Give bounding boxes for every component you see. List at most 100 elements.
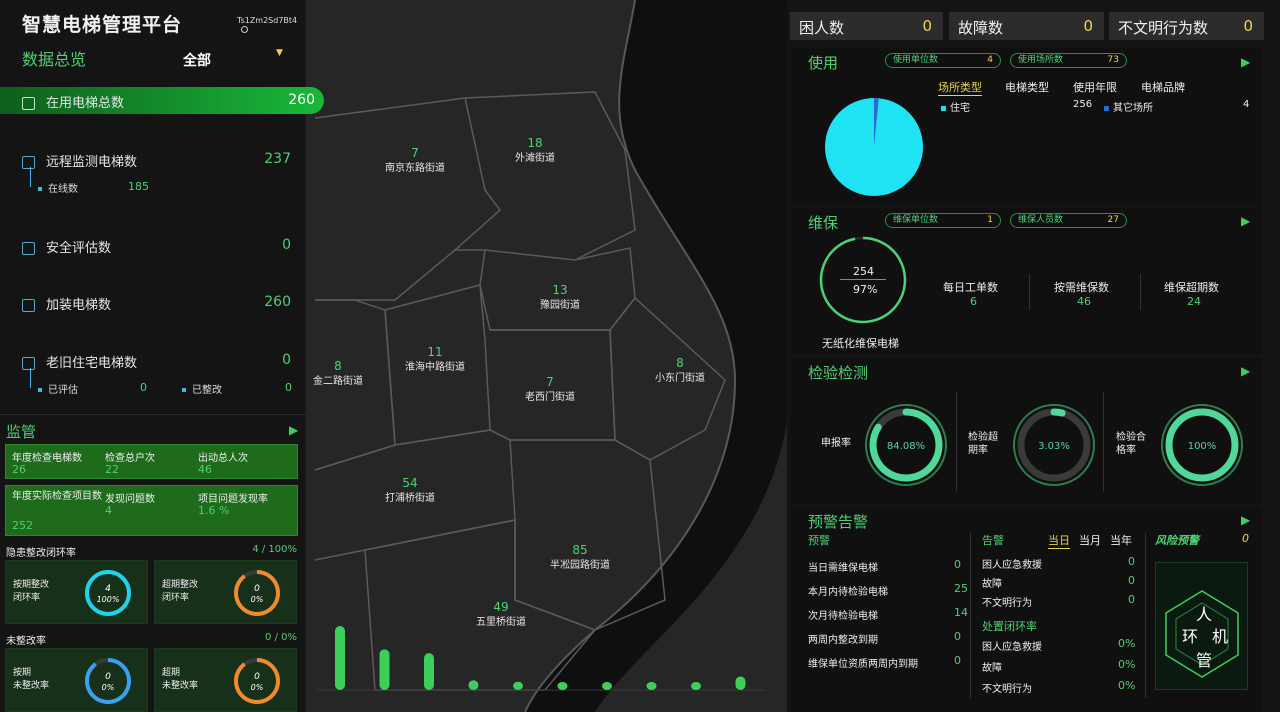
- divider: [956, 392, 957, 492]
- map-bar-chart: [335, 626, 746, 690]
- badge-char: 环: [1182, 627, 1199, 646]
- maint-item-label: 每日工单数: [943, 281, 998, 294]
- progress-ring: 00%: [234, 570, 280, 616]
- monitor-icon: [22, 156, 35, 169]
- hazard-card[interactable]: 按期整改 闭环率 4 100%: [5, 560, 148, 624]
- district-label[interactable]: 13 豫园街道: [505, 283, 615, 313]
- chevron-right-icon[interactable]: ▶: [1241, 364, 1250, 378]
- stat-installed[interactable]: 加装电梯数: [22, 294, 111, 313]
- alert-item-value: 14: [954, 606, 968, 619]
- maint-item-value: 6: [970, 295, 977, 308]
- tab-years[interactable]: 使用年限: [1073, 79, 1117, 95]
- risk-badge-image: 人 环 机 管: [1155, 562, 1248, 690]
- closed-title: 处置闭环率: [982, 620, 1037, 633]
- map-bar: [335, 626, 345, 690]
- progress-ring: 00%: [85, 658, 131, 704]
- stat-in-use[interactable]: 在用电梯总数: [22, 92, 124, 111]
- inspection-label: 检验合 格率: [1116, 432, 1146, 456]
- left-panel: 智慧电梯管理平台 Ts1Zm2Sd7Bt4 数据总览 全部 ▼ 在用电梯总数 2…: [0, 0, 324, 712]
- progress-ring: 4100%: [85, 570, 131, 616]
- alert-item-value: 0: [954, 558, 961, 571]
- area-select-value[interactable]: 全部: [183, 50, 211, 70]
- badge-char: 管: [1196, 651, 1213, 670]
- district-label[interactable]: 85 半凇园路街道: [525, 543, 635, 573]
- top-stat-fault[interactable]: 故障数 0: [949, 12, 1104, 40]
- map-bar: [735, 676, 746, 690]
- district-label[interactable]: 54 打浦桥街道: [355, 476, 465, 506]
- box-value: 46: [198, 463, 212, 476]
- supervision-title: 监管: [6, 423, 37, 441]
- district-label[interactable]: 11 淮海中路街道: [380, 345, 490, 375]
- maint-item-label: 按需维保数: [1054, 281, 1109, 294]
- box-value: 252: [12, 519, 33, 532]
- stat-in-use-value: 260: [288, 92, 315, 108]
- divider: [970, 533, 971, 698]
- stat-installed-value: 260: [264, 294, 291, 310]
- chevron-right-icon[interactable]: ▶: [1241, 513, 1250, 527]
- district-label[interactable]: 18 外滩街道: [480, 136, 590, 166]
- stat-remote[interactable]: 远程监测电梯数: [22, 151, 137, 170]
- alert-item-value: 0: [954, 630, 961, 643]
- fixed-label: 已整改: [182, 381, 222, 396]
- tree-line: [30, 368, 31, 388]
- hazard-card[interactable]: 超期整改 闭环率 0 0%: [154, 560, 297, 624]
- tab-year[interactable]: 当年: [1110, 532, 1132, 548]
- usage-place-pill: 使用场所数 73: [1010, 53, 1127, 68]
- maint-item-value: 46: [1077, 295, 1091, 308]
- tab-brand[interactable]: 电梯品牌: [1141, 79, 1185, 95]
- top-stat-uncivil[interactable]: 不文明行为数 0: [1109, 12, 1264, 40]
- ring-count: 0: [254, 584, 260, 594]
- alert-item-value: 0%: [1118, 637, 1136, 650]
- district-label[interactable]: 8 金二路街道: [305, 359, 371, 389]
- chevron-down-icon[interactable]: ▼: [276, 48, 283, 58]
- stat-safety[interactable]: 安全评估数: [22, 237, 111, 256]
- chevron-right-icon[interactable]: ▶: [289, 423, 298, 437]
- chevron-right-icon[interactable]: ▶: [1241, 55, 1250, 69]
- district-label[interactable]: 7 老西门街道: [495, 375, 605, 405]
- hazard-value: 4 / 100%: [252, 544, 297, 555]
- building-icon: [22, 357, 35, 370]
- gauge-value: 3.03%: [1038, 441, 1070, 452]
- legend-item: ▪ 其它场所: [1103, 103, 1153, 114]
- alert-item-label: 困人应急救援: [982, 642, 1042, 653]
- stat-old[interactable]: 老旧住宅电梯数: [22, 352, 137, 371]
- alert-item-value: 25: [954, 582, 968, 595]
- district-label[interactable]: 7 南京东路街道: [360, 146, 470, 176]
- divider: [0, 414, 306, 415]
- district-label[interactable]: 8 小东门街道: [625, 356, 735, 386]
- box-value: 22: [105, 463, 119, 476]
- alarm-title: 告警: [982, 534, 1004, 547]
- tab-today[interactable]: 当日: [1048, 532, 1070, 549]
- online-value: 185: [128, 180, 149, 193]
- box-label: 年度实际检查项目数: [12, 491, 102, 502]
- alert-item-label: 当日需维保电梯: [808, 563, 878, 574]
- district-map[interactable]: 7 南京东路街道 18 外滩街道 13 豫园街道 8 金二路街道 11 淮海中路街道 8小…: [305, 0, 790, 712]
- map-bar: [468, 680, 479, 690]
- maintenance-title: 维保: [808, 214, 839, 232]
- assessed-value: 0: [140, 381, 147, 394]
- ring-count: 4: [105, 584, 111, 594]
- user-icon[interactable]: [241, 26, 248, 33]
- hexagon-badge: [1165, 590, 1239, 678]
- district-label[interactable]: 49 五里桥街道: [446, 600, 556, 630]
- tab-elevator-type[interactable]: 电梯类型: [1005, 79, 1049, 95]
- usage-pie-chart: [825, 98, 923, 196]
- alert-item-label: 本月内待检验电梯: [808, 587, 888, 598]
- badge-char: 机: [1212, 627, 1229, 646]
- tab-month[interactable]: 当月: [1079, 532, 1101, 548]
- inspection-label: 检验超 期率: [968, 432, 998, 456]
- tab-place-type[interactable]: 场所类型: [938, 79, 982, 96]
- legend-item: ▪ 住宅: [940, 103, 970, 114]
- user-id[interactable]: Ts1Zm2Sd7Bt4: [237, 16, 305, 34]
- box-label: 项目问题发现率: [198, 494, 268, 505]
- maint-item-value: 24: [1187, 295, 1201, 308]
- alert-item-value: 0%: [1118, 679, 1136, 692]
- chevron-right-icon[interactable]: ▶: [1241, 214, 1250, 228]
- supervision-box-row2: 年度实际检查项目数 252 发现问题数 4 项目问题发现率 1.6 %: [5, 485, 298, 536]
- top-stat-label: 故障数: [958, 19, 1004, 37]
- alert-item-value: 0: [1128, 574, 1135, 587]
- unfixed-card[interactable]: 按期 未整改率 0 0%: [5, 648, 148, 712]
- unfixed-card[interactable]: 超期 未整改率 0 0%: [154, 648, 297, 712]
- top-stat-trapped[interactable]: 困人数 0: [790, 12, 943, 40]
- map-bar: [646, 682, 657, 690]
